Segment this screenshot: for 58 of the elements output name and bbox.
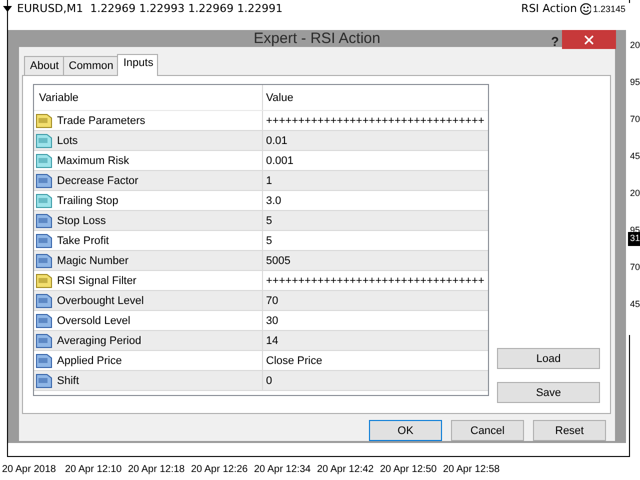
dialog-button[interactable]: Cancel (451, 420, 524, 441)
value-cell[interactable]: 70 (263, 291, 488, 310)
variable-name: Overbought Level (57, 294, 144, 306)
value-cell[interactable]: ++++++++++++++++++++++++++++++++++ (263, 271, 488, 290)
window-title: Expert - RSI Action (254, 30, 380, 47)
value-cell[interactable]: 5 (263, 231, 488, 250)
variable-name: Decrease Factor (57, 174, 138, 186)
time-label: 20 Apr 2018 (2, 464, 57, 475)
price-label: 45 (628, 150, 640, 187)
variable-name: Trade Parameters (57, 114, 146, 126)
variable-name: Applied Price (57, 354, 122, 366)
tab[interactable]: About (24, 56, 64, 75)
value-cell[interactable]: ++++++++++++++++++++++++++++++++++ (263, 111, 488, 130)
time-label: 20 Apr 12:26 (191, 464, 249, 475)
dialog-button[interactable]: Reset (533, 420, 606, 441)
value-cell[interactable]: 5 (263, 211, 488, 230)
variable-name: Stop Loss (57, 214, 106, 226)
price-label: 20 (628, 39, 640, 76)
price-label: 70 (628, 261, 640, 298)
value-cell[interactable]: 1 (263, 171, 488, 190)
variable-name: Lots (57, 134, 78, 146)
value-cell[interactable]: 3.0 (263, 191, 488, 210)
price-label: 95 (628, 76, 640, 113)
symbol-quote: EURUSD,M1 1.22969 1.22993 1.22969 1.22991 (17, 2, 283, 15)
value-cell[interactable]: 0.001 (263, 151, 488, 170)
time-label: 20 Apr 12:50 (380, 464, 438, 475)
tab[interactable]: Common (62, 56, 118, 75)
value-cell[interactable]: 14 (263, 331, 488, 350)
column-header[interactable]: Variable (34, 85, 263, 110)
time-label: 20 Apr 12:42 (317, 464, 375, 475)
time-label: 20 Apr 12:10 (65, 464, 123, 475)
load-save-button[interactable]: Load (497, 348, 600, 369)
value-cell[interactable]: 0 (263, 371, 488, 390)
value-cell[interactable]: 0.01 (263, 131, 488, 150)
column-header[interactable]: Value (263, 85, 488, 110)
load-save-button[interactable]: Save (497, 382, 600, 403)
help-button[interactable]: ? (547, 32, 563, 51)
dialog-button[interactable]: OK (369, 420, 442, 441)
value-cell[interactable]: 30 (263, 311, 488, 330)
value-cell[interactable]: Close Price (263, 351, 488, 370)
price-label: 45 (628, 298, 640, 335)
variable-name: Oversold Level (57, 314, 130, 326)
time-label: 20 Apr 12:58 (443, 464, 501, 475)
variable-name: Trailing Stop (57, 194, 118, 206)
variable-name: Averaging Period (57, 334, 142, 346)
variable-name: Shift (57, 374, 80, 386)
variable-name: RSI Signal Filter (57, 274, 136, 286)
time-label: 20 Apr 12:34 (254, 464, 312, 475)
variable-name: Maximum Risk (57, 154, 130, 166)
time-label: 20 Apr 12:18 (128, 464, 186, 475)
value-cell[interactable]: 5005 (263, 251, 488, 270)
tab[interactable]: Inputs (117, 54, 158, 76)
variable-name: Magic Number (57, 254, 129, 266)
expert-name: RSI Action (521, 2, 577, 15)
price-label: 70 (628, 113, 640, 150)
variable-name: Take Profit (57, 234, 109, 246)
price-label: 20 (628, 187, 640, 224)
current-price-label: 31 (628, 232, 640, 246)
